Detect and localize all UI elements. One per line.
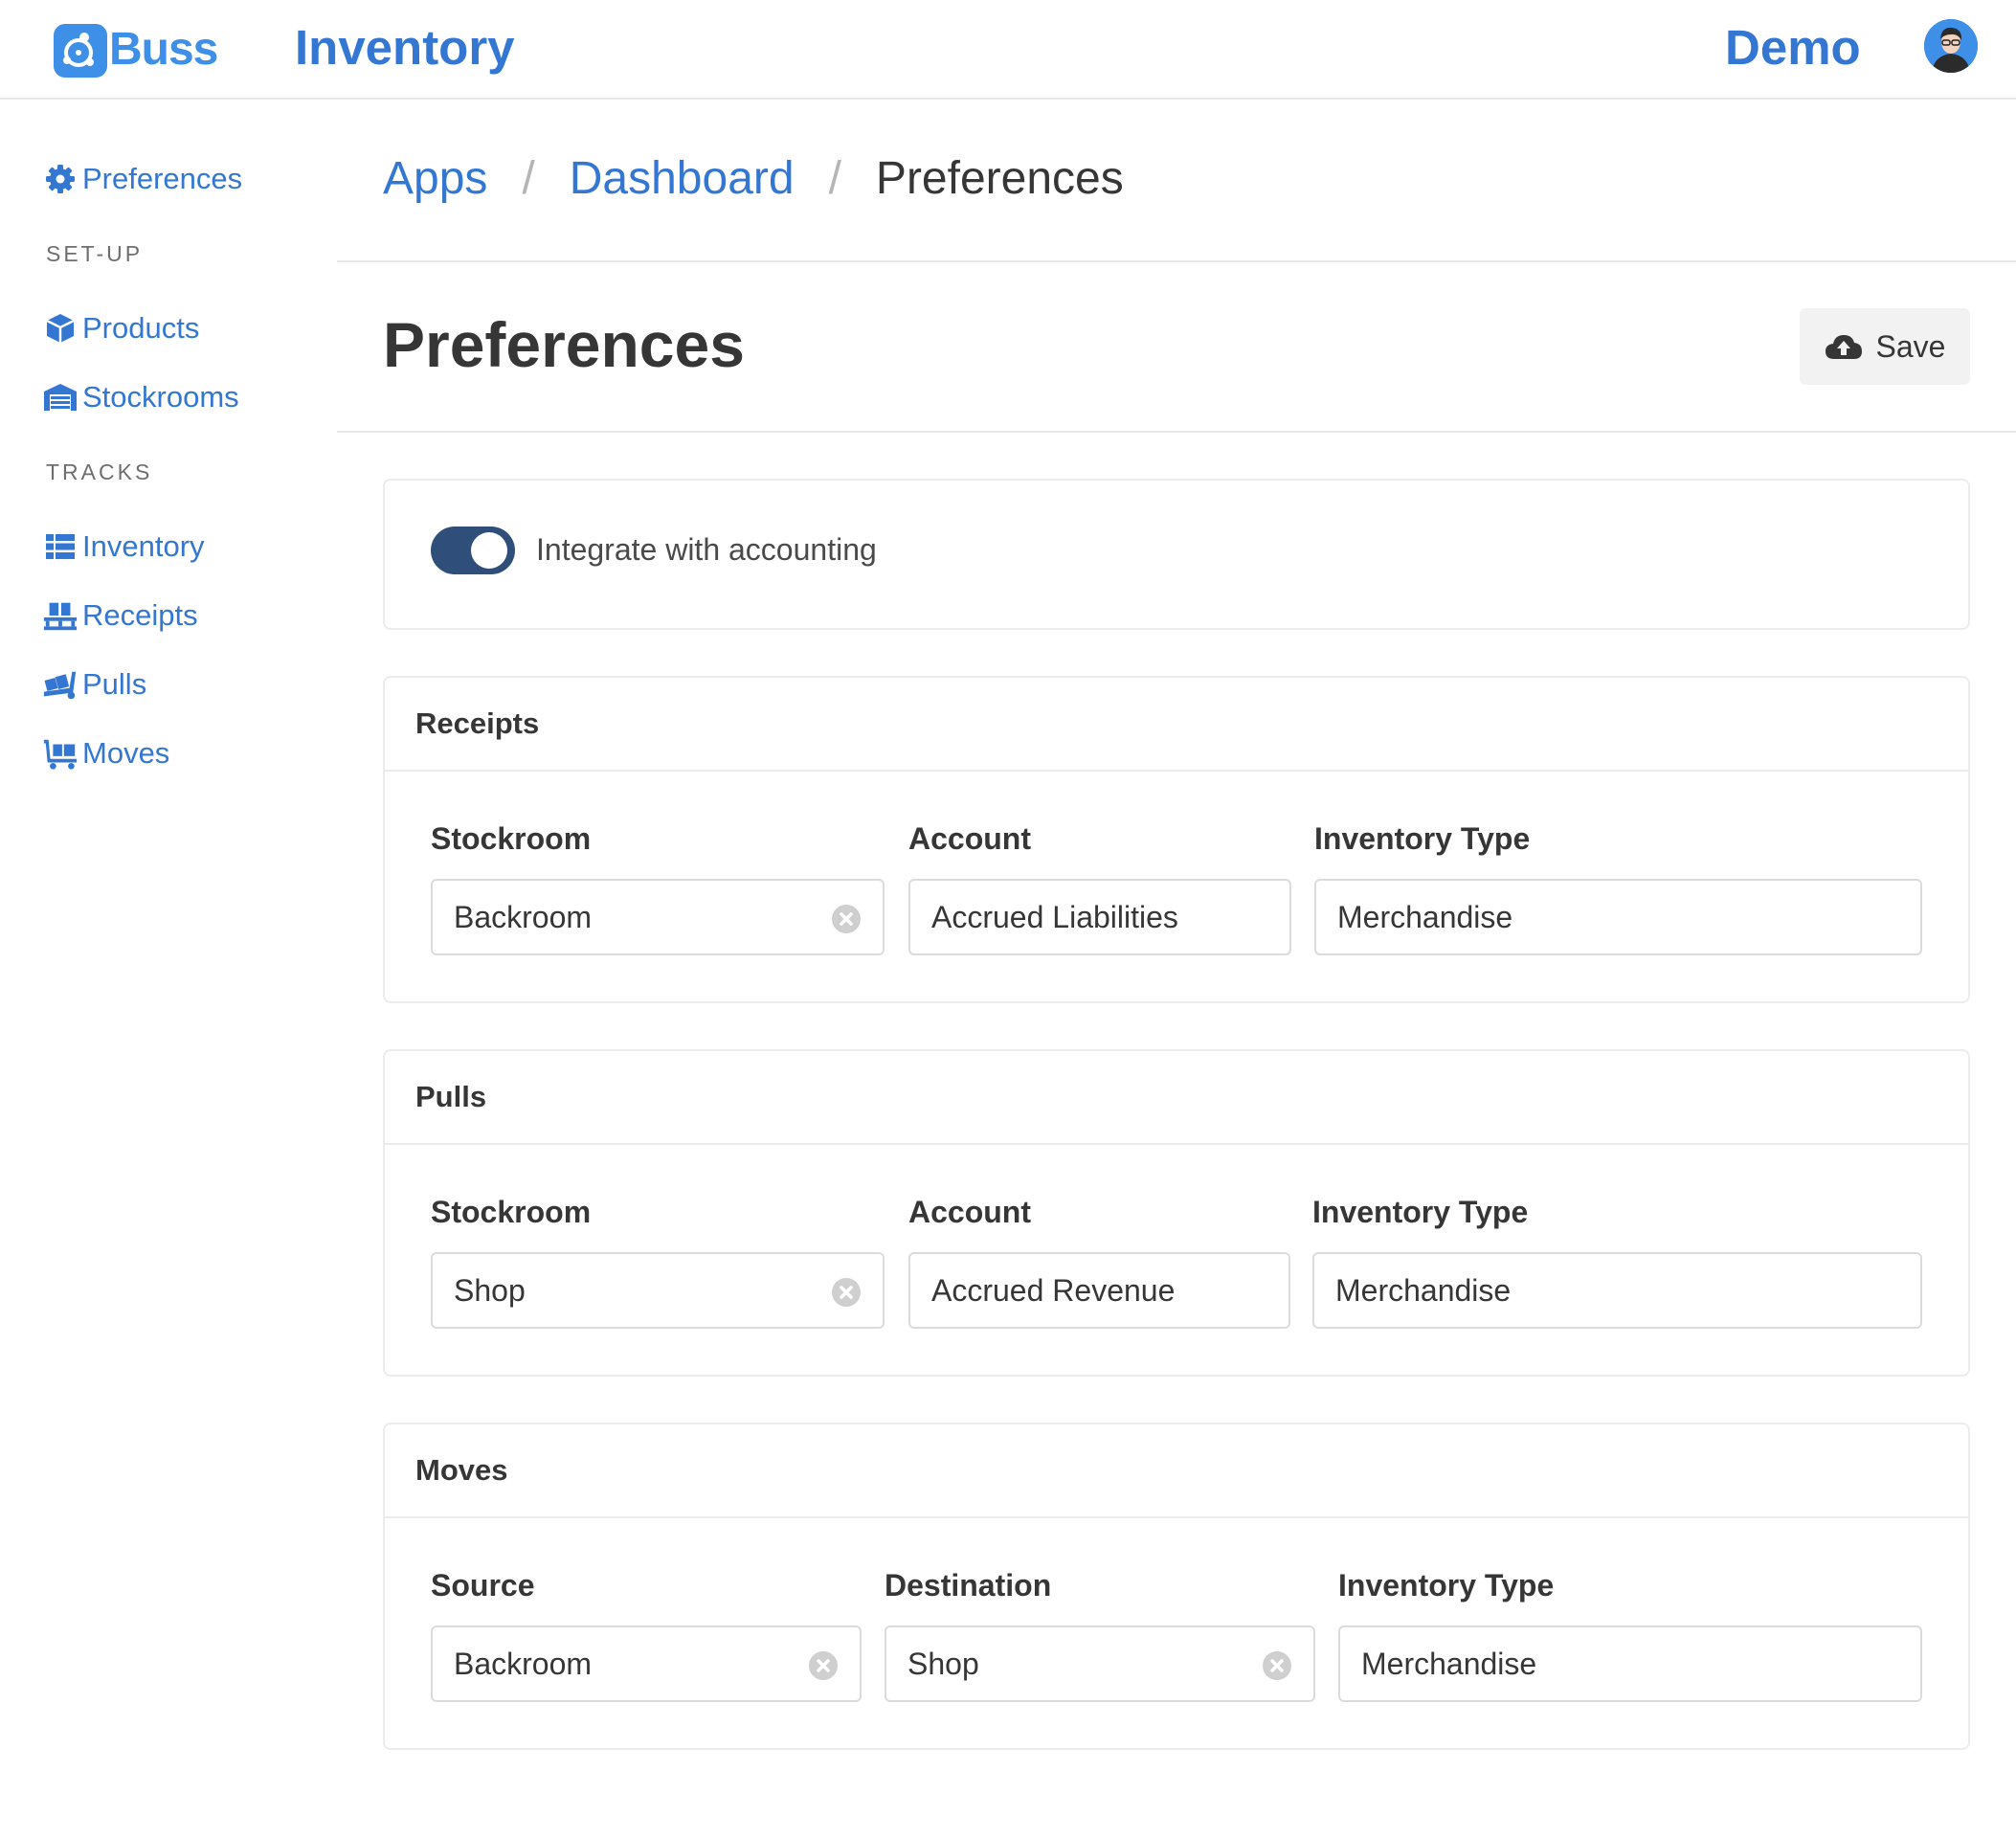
pulls-account-select[interactable]: Accrued Revenue <box>908 1252 1290 1329</box>
avatar[interactable] <box>1924 19 1978 73</box>
logo-text[interactable]: Buss <box>109 23 218 76</box>
select-value: Accrued Liabilities <box>931 899 1178 934</box>
select-value: Merchandise <box>1335 1272 1512 1308</box>
moves-inventory-type-label: Inventory Type <box>1338 1568 1555 1603</box>
save-button[interactable]: Save <box>1800 308 1970 385</box>
sidebar-item-label: Stockrooms <box>82 380 239 414</box>
select-value: Merchandise <box>1337 899 1513 934</box>
receipts-inventory-type-label: Inventory Type <box>1314 821 1531 856</box>
receipts-card-title: Receipts <box>385 678 1968 772</box>
cloud-upload-icon <box>1825 335 1862 359</box>
divider <box>337 260 2016 262</box>
receipts-stockroom-label: Stockroom <box>431 821 592 856</box>
sidebar-item-label: Products <box>82 311 200 345</box>
breadcrumb-separator: / <box>828 152 841 204</box>
sidebar-item-products[interactable]: Products <box>42 306 199 350</box>
sidebar-item-label: Inventory <box>82 529 205 563</box>
cube-icon <box>46 314 75 343</box>
times-circle-icon[interactable] <box>1262 1650 1292 1681</box>
moves-source-label: Source <box>431 1568 535 1603</box>
receipts-account-label: Account <box>908 821 1031 856</box>
cart-flatbed-icon <box>43 739 78 770</box>
pulls-inventory-type-select[interactable]: Merchandise <box>1312 1252 1922 1329</box>
user-name[interactable]: Demo <box>1725 19 1861 76</box>
sidebar-item-pulls[interactable]: Pulls <box>42 662 146 706</box>
app-title[interactable]: Inventory <box>295 19 515 76</box>
breadcrumb-dashboard[interactable]: Dashboard <box>570 152 795 205</box>
sidebar-item-label: Pulls <box>82 667 147 701</box>
tracks-heading: TRACKS <box>46 460 153 484</box>
select-value: Backroom <box>454 899 593 934</box>
list-icon <box>46 534 75 559</box>
dolly-icon <box>43 671 77 700</box>
select-value: Shop <box>907 1646 979 1681</box>
pallet-icon <box>43 602 78 631</box>
moves-destination-select[interactable]: Shop <box>885 1625 1315 1702</box>
toggle-knob <box>471 532 507 569</box>
accounting-toggle[interactable] <box>431 527 515 574</box>
select-value: Accrued Revenue <box>931 1272 1176 1308</box>
sidebar-item-inventory[interactable]: Inventory <box>42 525 205 569</box>
sidebar-item-label: Receipts <box>82 598 198 632</box>
select-value: Shop <box>454 1272 526 1308</box>
receipts-stockroom-select[interactable]: Backroom <box>431 879 885 955</box>
gear-icon <box>46 165 75 193</box>
breadcrumb-current: Preferences <box>875 152 1124 204</box>
sidebar-item-moves[interactable]: Moves <box>42 731 169 775</box>
times-circle-icon[interactable] <box>831 1277 862 1308</box>
breadcrumb: Apps / Dashboard / Preferences <box>383 149 1124 207</box>
receipts-account-select[interactable]: Accrued Liabilities <box>908 879 1291 955</box>
moves-source-select[interactable]: Backroom <box>431 1625 862 1702</box>
warehouse-icon <box>44 384 77 411</box>
sidebar-item-label: Moves <box>82 736 170 770</box>
times-circle-icon[interactable] <box>808 1650 839 1681</box>
select-value: Backroom <box>454 1646 593 1681</box>
pulls-stockroom-select[interactable]: Shop <box>431 1252 885 1329</box>
receipts-inventory-type-select[interactable]: Merchandise <box>1314 879 1922 955</box>
moves-destination-label: Destination <box>885 1568 1052 1603</box>
pulls-stockroom-label: Stockroom <box>431 1195 592 1229</box>
pulls-account-label: Account <box>908 1195 1031 1229</box>
accounting-toggle-label: Integrate with accounting <box>536 532 877 567</box>
sidebar-item-label: Preferences <box>82 162 243 195</box>
breadcrumb-separator: / <box>522 152 535 204</box>
breadcrumb-apps[interactable]: Apps <box>383 152 487 205</box>
times-circle-icon[interactable] <box>831 904 862 934</box>
setup-heading: SET-UP <box>46 241 144 266</box>
moves-card-title: Moves <box>385 1424 1968 1518</box>
sidebar-item-stockrooms[interactable]: Stockrooms <box>42 375 239 419</box>
sidebar-item-receipts[interactable]: Receipts <box>42 594 198 638</box>
select-value: Merchandise <box>1361 1646 1537 1681</box>
divider <box>337 431 2016 433</box>
logo-icon[interactable] <box>54 24 107 78</box>
save-label: Save <box>1875 328 1946 364</box>
page-title: Preferences <box>383 309 745 380</box>
pulls-card-title: Pulls <box>385 1051 1968 1145</box>
sidebar-item-preferences[interactable]: Preferences <box>42 157 242 201</box>
pulls-inventory-type-label: Inventory Type <box>1312 1195 1529 1229</box>
moves-inventory-type-select[interactable]: Merchandise <box>1338 1625 1922 1702</box>
